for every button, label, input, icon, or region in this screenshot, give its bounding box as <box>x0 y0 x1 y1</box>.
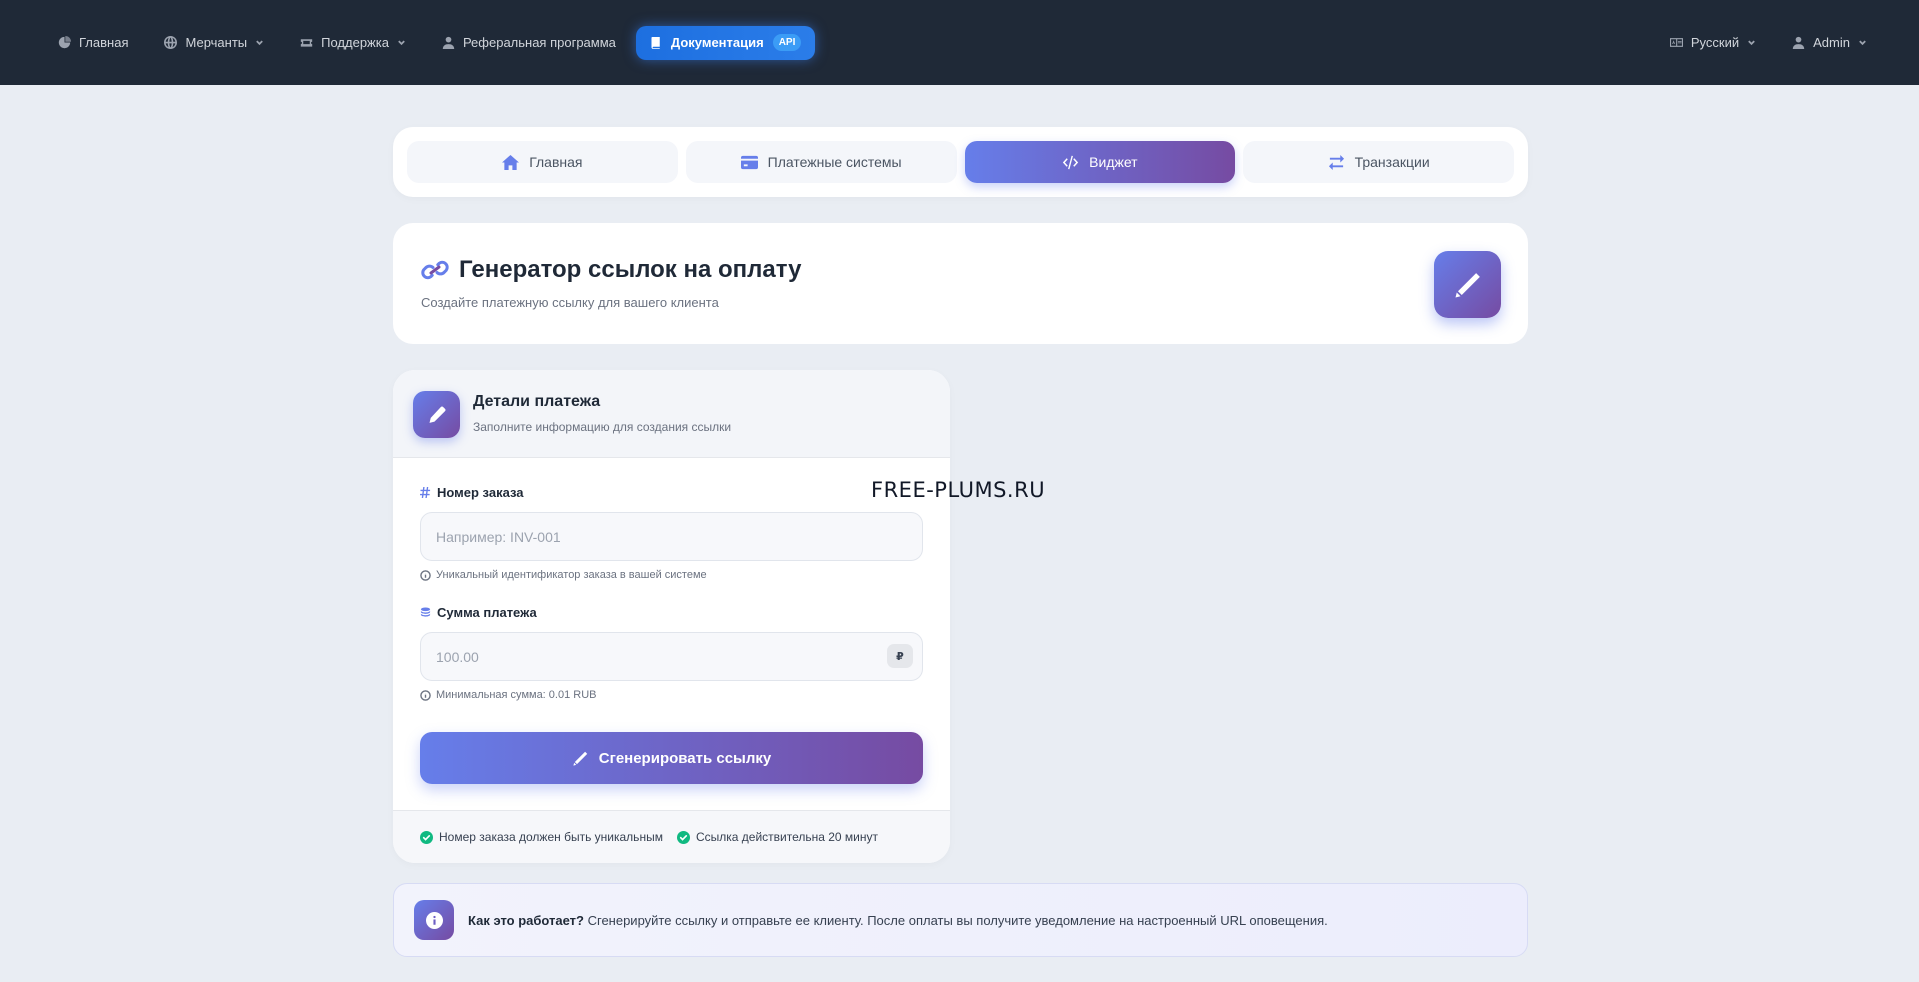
language-label: Русский <box>1690 35 1740 50</box>
card-header: Детали платежа Заполните информацию для … <box>393 370 950 458</box>
card-subtitle: Заполните информацию для создания ссылки <box>473 420 732 434</box>
nav-right: Русский Admin <box>1652 0 1885 85</box>
tab-transactions[interactable]: Транзакции <box>1243 141 1514 183</box>
magic-wand-icon <box>1455 272 1480 297</box>
check-circle-icon <box>420 830 433 844</box>
how-it-works-title: Как это работает? <box>468 912 584 928</box>
tab-widget[interactable]: Виджет <box>964 141 1236 183</box>
card-footer: Номер заказа должен быть уникальным Ссыл… <box>393 810 950 863</box>
how-it-works-text: Как это работает? Сгенерируйте ссылку и … <box>468 913 1328 928</box>
language-selector[interactable]: Русский <box>1652 23 1774 63</box>
how-it-works-banner: Как это работает? Сгенерируйте ссылку и … <box>393 883 1528 957</box>
note-text: Номер заказа должен быть уникальным <box>439 830 663 844</box>
nav-item-label: Главная <box>79 35 129 50</box>
tab-label: Главная <box>529 154 583 170</box>
payment-details-card: Детали платежа Заполните информацию для … <box>393 370 950 863</box>
info-badge <box>414 900 454 940</box>
magic-wand-icon <box>573 751 587 766</box>
note-link-validity: Ссылка действительна 20 минут <box>676 830 879 844</box>
watermark: FREE-PLUMS.RU <box>871 478 1046 502</box>
generate-link-button[interactable]: Сгенерировать ссылку <box>420 732 923 784</box>
page-header: Генератор ссылок на оплату Создайте плат… <box>393 223 1528 344</box>
credit-card-icon <box>740 155 758 169</box>
info-circle-icon <box>420 689 431 701</box>
section-tabs: Главная Платежные системы Виджет Транзак… <box>393 127 1528 197</box>
ticket-icon <box>300 39 313 47</box>
link-icon <box>421 260 449 280</box>
pencil-icon <box>429 406 445 423</box>
chevron-down-icon <box>1859 40 1866 46</box>
check-circle-icon <box>676 830 690 844</box>
nav-item-label: Мерчанты <box>185 35 248 50</box>
generate-link-label: Сгенерировать ссылку <box>598 749 772 767</box>
order-number-hint-text: Уникальный идентификатор заказа в вашей … <box>436 569 707 581</box>
nav-item-support[interactable]: Поддержка <box>282 23 424 63</box>
amount-hint-text: Минимальная сумма: 0.01 RUB <box>436 689 597 701</box>
hashtag-icon <box>420 487 431 498</box>
order-number-input[interactable] <box>420 512 923 561</box>
page-title-text: Генератор ссылок на оплату <box>459 256 802 283</box>
order-number-label: Номер заказа <box>420 485 524 500</box>
chevron-down-icon <box>256 40 263 46</box>
coins-icon <box>420 607 431 617</box>
currency-badge: ₽ <box>887 644 913 668</box>
code-icon <box>1063 155 1079 169</box>
tab-label: Виджет <box>1089 154 1138 170</box>
amount-hint: Минимальная сумма: 0.01 RUB <box>420 689 596 701</box>
user-name: Admin <box>1813 35 1850 50</box>
note-unique-order: Номер заказа должен быть уникальным <box>420 830 663 844</box>
page-subtitle: Создайте платежную ссылку для вашего кли… <box>421 295 719 310</box>
card-header-badge <box>413 391 460 438</box>
documentation-label: Документация <box>670 35 764 50</box>
amount-input[interactable] <box>420 632 923 681</box>
note-text: Ссылка действительна 20 минут <box>695 830 879 844</box>
amount-label: Сумма платежа <box>420 605 537 620</box>
header-action-badge <box>1434 251 1501 318</box>
tab-payment-systems[interactable]: Платежные системы <box>685 141 957 183</box>
globe-icon <box>164 36 178 49</box>
main-nav: Главная Мерчанты Поддержка Реферальная п… <box>40 23 816 63</box>
user-icon <box>442 36 455 49</box>
page-title: Генератор ссылок на оплату <box>421 256 801 284</box>
card-title: Детали платежа <box>473 393 601 410</box>
order-number-hint: Уникальный идентификатор заказа в вашей … <box>420 569 707 581</box>
dashboard-icon <box>58 36 71 49</box>
language-icon <box>1669 38 1683 47</box>
nav-item-label: Реферальная программа <box>462 35 616 50</box>
nav-item-merchants[interactable]: Мерчанты <box>146 23 282 63</box>
chevron-down-icon <box>1748 40 1755 46</box>
info-icon <box>425 911 443 929</box>
home-icon <box>502 154 520 170</box>
top-navbar: Главная Мерчанты Поддержка Реферальная п… <box>0 0 1919 85</box>
tab-label: Транзакции <box>1354 154 1430 170</box>
order-number-label-text: Номер заказа <box>437 485 524 500</box>
book-icon <box>651 36 660 49</box>
nav-item-label: Поддержка <box>321 35 389 50</box>
api-badge: API <box>772 34 802 51</box>
chevron-down-icon <box>398 40 405 46</box>
user-menu[interactable]: Admin <box>1774 23 1885 63</box>
info-circle-icon <box>420 569 431 581</box>
nav-item-referral[interactable]: Реферальная программа <box>424 23 634 63</box>
exchange-icon <box>1328 154 1344 170</box>
documentation-button[interactable]: Документация API <box>635 25 816 60</box>
user-icon <box>1792 36 1805 49</box>
tab-home[interactable]: Главная <box>407 141 678 183</box>
amount-label-text: Сумма платежа <box>437 605 537 620</box>
tab-label: Платежные системы <box>767 154 902 170</box>
nav-item-dashboard[interactable]: Главная <box>40 23 146 63</box>
how-it-works-description: Сгенерируйте ссылку и отправьте ее клиен… <box>583 912 1328 928</box>
